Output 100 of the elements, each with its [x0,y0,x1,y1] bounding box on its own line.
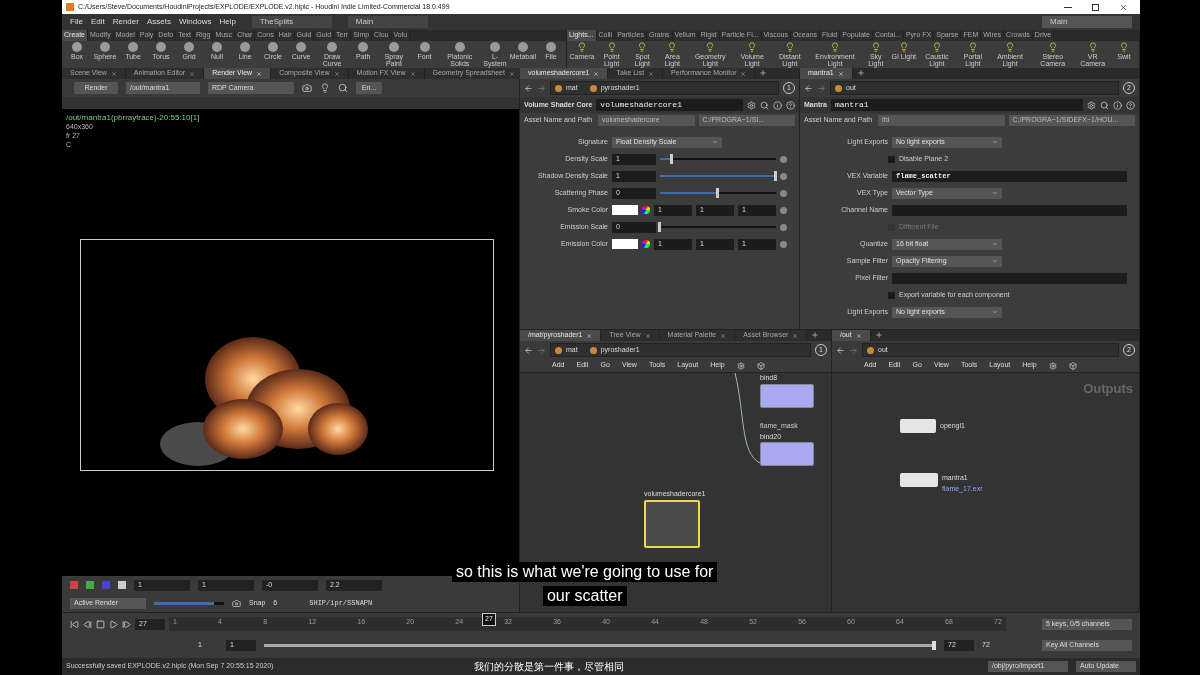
add-tab-icon[interactable] [811,331,820,339]
search-icon[interactable] [760,100,769,110]
step-back-icon[interactable] [83,619,92,629]
back-arrow-icon[interactable] [836,345,845,355]
close-icon[interactable] [256,70,263,77]
help-icon[interactable] [1126,100,1135,110]
close-icon[interactable] [189,70,196,77]
back-arrow-icon[interactable] [524,83,533,93]
menu-item[interactable]: Help [219,16,236,28]
node-name-field[interactable]: volumeshadercore1 [596,99,743,111]
slider-handle[interactable] [716,188,719,198]
first-frame-icon[interactable] [70,619,79,629]
color-swatch[interactable] [612,205,638,215]
video-subtitle: our scatter [542,586,627,606]
light-bulb-icon[interactable] [320,83,330,93]
desktop-menu[interactable]: Main [347,16,428,28]
node-name-field[interactable]: mantra1 [830,99,1083,111]
range-handle[interactable] [932,640,936,650]
add-tab-icon[interactable] [759,69,768,77]
shape-icon [518,42,528,52]
tools-icon[interactable] [1048,361,1057,370]
menu-item[interactable]: Windows [178,16,212,28]
layout-icon[interactable] [1068,361,1077,370]
minimize-icon[interactable] [1064,6,1072,8]
close-icon[interactable] [740,70,747,77]
search-icon[interactable] [1100,100,1109,110]
keyframe-icon[interactable] [780,172,787,180]
settings-icon[interactable] [1087,100,1096,110]
menu-item[interactable]: Edit [90,16,105,28]
back-arrow-icon[interactable] [804,83,813,93]
caret-icon [992,258,998,264]
shape-icon [100,42,110,52]
context-icon [835,84,842,92]
slider-handle[interactable] [774,171,777,181]
keyframe-icon[interactable] [780,240,787,248]
close-icon[interactable] [644,332,651,339]
text-field[interactable] [892,272,1127,284]
close-icon[interactable] [1119,2,1128,12]
play-icon[interactable] [109,619,118,629]
light-bulb-icon [667,42,678,52]
network-node[interactable] [900,419,936,433]
step-forward-icon[interactable] [122,619,131,629]
caret-icon [992,309,998,315]
context-icon [589,84,597,92]
keyframe-icon[interactable] [780,189,787,197]
forward-arrow-icon[interactable] [537,83,546,93]
desktop-menu[interactable]: Main [1042,16,1132,28]
help-icon[interactable] [786,100,795,110]
close-icon[interactable] [720,332,727,339]
add-tab-icon[interactable] [874,331,883,339]
forward-arrow-icon[interactable] [817,83,826,93]
add-tab-icon[interactable] [856,69,865,77]
close-icon[interactable] [648,70,655,77]
close-icon[interactable] [409,70,416,77]
close-icon[interactable] [333,70,340,77]
subtitle-chinese: 我们的分散是第一件事，尽管相同 [474,660,625,674]
network-node[interactable] [760,442,814,466]
light-bulb-icon [898,42,909,52]
keyframe-icon[interactable] [780,223,787,231]
shape-icon [156,42,166,52]
slider-handle[interactable] [669,154,673,164]
tools-icon[interactable] [736,361,745,370]
keyframe-icon[interactable] [780,155,787,163]
color-wheel-icon[interactable] [642,240,650,248]
back-arrow-icon[interactable] [524,345,533,355]
range-slider[interactable] [264,643,936,647]
info-icon[interactable] [1113,100,1122,110]
forward-arrow-icon[interactable] [537,345,546,355]
close-icon[interactable] [792,332,799,339]
maximize-icon[interactable] [1092,3,1099,11]
close-icon[interactable] [508,70,515,77]
color-swatch[interactable] [612,239,638,249]
video-subtitle: so this is what we're going to use for [452,562,718,582]
light-bulb-icon [1119,42,1129,52]
menu-item[interactable]: Render [112,16,139,28]
shape-icon [268,42,278,52]
network-node[interactable] [900,473,938,487]
forward-arrow-icon[interactable] [849,345,858,355]
light-bulb-icon [705,42,716,52]
keyframe-icon[interactable] [780,206,787,214]
menu-item[interactable]: Assets [146,16,171,28]
layout-icon[interactable] [756,361,765,370]
checkbox[interactable] [888,291,895,299]
camera-icon[interactable] [232,598,241,608]
shape-icon [72,42,82,52]
info-icon[interactable] [773,100,782,110]
close-icon[interactable] [110,70,117,77]
text-field[interactable] [892,204,1127,216]
color-wheel-icon[interactable] [642,206,650,214]
menu-item[interactable]: File [70,16,83,28]
desktop-menu[interactable]: TheSplits [251,16,332,28]
zoom-icon[interactable] [338,83,348,93]
settings-icon[interactable] [747,100,756,110]
checkbox[interactable] [888,155,895,163]
timeline-ruler[interactable] [169,617,1006,631]
network-node[interactable] [760,383,814,408]
light-bulb-icon [606,42,617,52]
stop-icon[interactable] [96,619,105,629]
slider-handle[interactable] [658,222,661,232]
camera-icon[interactable] [302,83,312,93]
